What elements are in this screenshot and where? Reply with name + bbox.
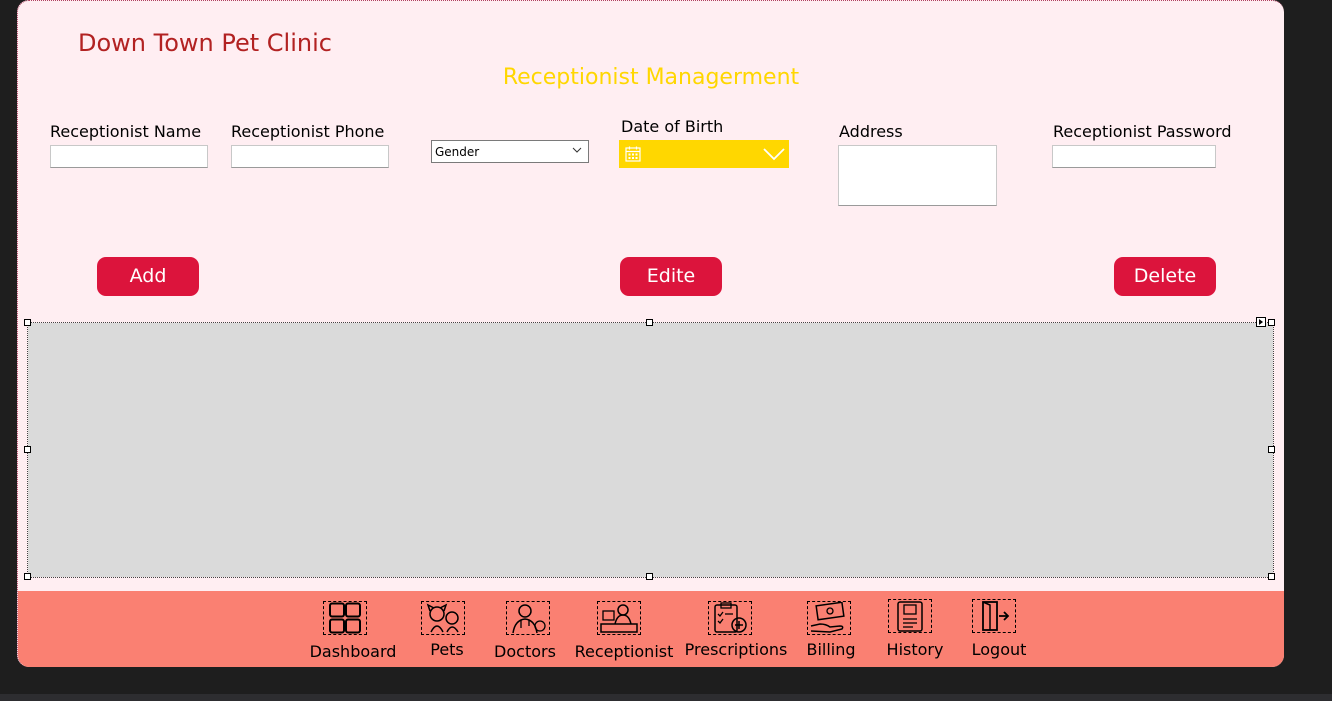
resize-handle[interactable]: [24, 319, 31, 326]
history-nav-icon-box[interactable]: [888, 599, 932, 633]
edit-button[interactable]: Edite: [620, 257, 722, 296]
pets-icon: [426, 603, 459, 633]
pets-nav-icon-box[interactable]: [421, 601, 465, 635]
name-label: Receptionist Name: [50, 122, 202, 141]
prescriptions-nav-icon-box[interactable]: [708, 601, 752, 635]
gender-select-value: Gender: [435, 145, 480, 159]
nav-prescriptions[interactable]: Prescriptions: [685, 640, 788, 659]
history-icon: [897, 601, 923, 632]
receptionist-nav-icon-box[interactable]: [597, 601, 641, 635]
nav-pets[interactable]: Pets: [430, 640, 464, 659]
phone-input[interactable]: [231, 145, 389, 168]
password-input[interactable]: [1052, 145, 1216, 168]
nav-history[interactable]: History: [887, 640, 944, 659]
nav-receptionist[interactable]: Receptionist: [575, 642, 674, 661]
clinic-title: Down Town Pet Clinic: [78, 29, 332, 57]
resize-handle[interactable]: [1268, 446, 1275, 453]
logout-icon: [982, 601, 1010, 631]
doctors-nav-icon-box[interactable]: [506, 601, 550, 635]
resize-handle[interactable]: [24, 446, 31, 453]
nav-logout[interactable]: Logout: [972, 640, 1027, 659]
smart-tag-icon[interactable]: [1256, 317, 1266, 327]
calendar-icon: [625, 146, 641, 162]
add-button[interactable]: Add: [97, 257, 199, 296]
dashboard-nav-icon-box[interactable]: [323, 601, 367, 635]
logout-nav-icon-box[interactable]: [972, 599, 1016, 633]
nav-billing[interactable]: Billing: [806, 640, 855, 659]
billing-icon: [810, 601, 845, 633]
page-title: Receptionist Managerment: [502, 65, 800, 90]
resize-handle[interactable]: [1268, 573, 1275, 580]
gender-select[interactable]: Gender: [431, 140, 589, 163]
resize-handle[interactable]: [1268, 319, 1275, 326]
resize-handle[interactable]: [646, 573, 653, 580]
resize-handle[interactable]: [24, 573, 31, 580]
designer-background: [1284, 0, 1332, 694]
designer-status-strip: [0, 694, 1332, 701]
nav-doctors[interactable]: Doctors: [494, 642, 556, 661]
address-label: Address: [839, 122, 903, 141]
delete-button[interactable]: Delete: [1114, 257, 1216, 296]
phone-label: Receptionist Phone: [231, 122, 385, 141]
dob-picker[interactable]: [619, 140, 789, 168]
grid-icon: [329, 602, 361, 634]
chevron-down-icon: [763, 148, 785, 161]
receptionist-form: Down Town Pet Clinic Receptionist Manage…: [17, 0, 1284, 667]
receptionist-grid[interactable]: [27, 322, 1274, 578]
billing-nav-icon-box[interactable]: [807, 601, 851, 635]
name-input[interactable]: [50, 145, 208, 168]
nav-dashboard[interactable]: Dashboard: [310, 642, 397, 661]
bottom-nav: Dashboard Pets Doctors Receptionist Pres…: [18, 591, 1284, 667]
address-input[interactable]: [838, 145, 997, 206]
dob-label: Date of Birth: [621, 117, 724, 136]
receptionist-icon: [600, 604, 638, 633]
prescription-icon: [714, 602, 747, 633]
chevron-down-icon: [572, 147, 582, 153]
resize-handle[interactable]: [646, 319, 653, 326]
doctor-icon: [512, 604, 546, 634]
password-label: Receptionist Password: [1053, 122, 1232, 141]
